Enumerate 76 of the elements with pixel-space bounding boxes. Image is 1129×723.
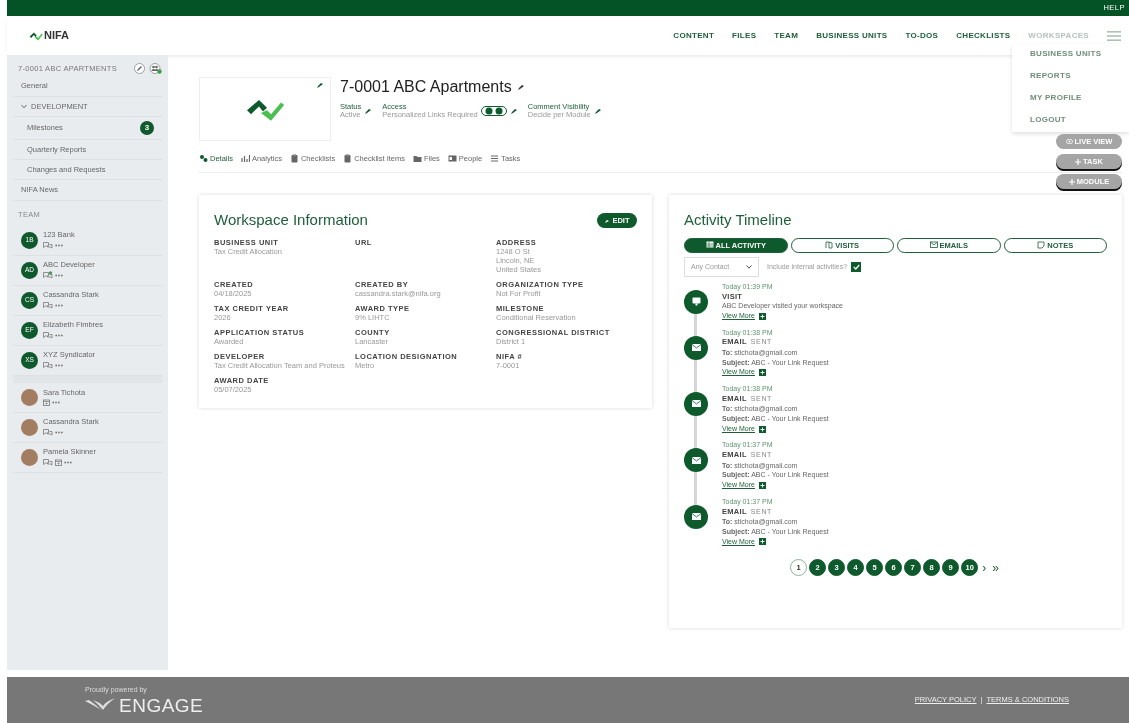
checkbox[interactable] <box>851 261 862 272</box>
envelope-icon <box>691 344 701 352</box>
avatar-photo-placeholder <box>21 388 38 406</box>
pencil-icon[interactable] <box>364 107 373 116</box>
brand-name: ENGAGE <box>119 695 204 715</box>
envelope-icon <box>691 513 701 521</box>
avatar-photo-placeholder <box>21 418 38 436</box>
check-icon <box>852 263 860 270</box>
menu-item[interactable]: REPORTS <box>1030 70 1129 82</box>
table-icon <box>705 241 714 250</box>
more-icon[interactable] <box>64 460 72 464</box>
chat-alert-icon[interactable] <box>43 271 53 280</box>
plus-square-icon[interactable] <box>758 312 766 320</box>
last-page-link[interactable]: » <box>990 561 1001 574</box>
menu-item[interactable]: LOGOUT <box>1030 114 1129 126</box>
more-icon[interactable] <box>55 303 63 307</box>
list-icon <box>490 154 500 164</box>
nav-link[interactable]: FILES <box>732 29 757 42</box>
chevron-down-icon <box>21 103 27 109</box>
door-icon <box>825 241 834 250</box>
more-icon[interactable] <box>55 363 63 367</box>
logo-text: NIFA <box>44 28 70 44</box>
chat-icon[interactable] <box>43 331 53 340</box>
card-icon <box>447 154 457 164</box>
calendar-icon[interactable] <box>55 458 62 466</box>
pencil-icon[interactable] <box>509 107 518 116</box>
more-icon[interactable] <box>55 243 63 247</box>
nav-link[interactable]: CHECKLISTS <box>956 29 1011 42</box>
plus-square-icon[interactable] <box>758 482 766 489</box>
chat-icon[interactable] <box>43 458 53 467</box>
menu-item[interactable]: BUSINESS UNITS <box>1030 48 1129 60</box>
pencil-icon[interactable] <box>316 81 324 89</box>
plus-icon <box>1075 158 1082 165</box>
chat-icon[interactable] <box>43 361 53 370</box>
envelope-icon <box>691 400 701 408</box>
count-badge: 3 <box>140 120 154 135</box>
folder-icon <box>413 154 422 164</box>
pencil-icon[interactable] <box>593 107 602 116</box>
monitor-icon <box>691 297 701 307</box>
eye-icon <box>1065 139 1073 144</box>
nav-link[interactable]: TO-DOS <box>905 29 939 42</box>
next-page-link[interactable]: › <box>980 561 989 574</box>
plus-icon <box>1068 178 1075 185</box>
plus-square-icon[interactable] <box>758 425 766 433</box>
more-icon[interactable] <box>55 333 63 337</box>
pencil-icon[interactable] <box>516 83 525 91</box>
calendar-icon[interactable] <box>43 398 50 406</box>
more-icon[interactable] <box>52 400 60 404</box>
chat-icon[interactable] <box>43 301 53 310</box>
more-icon[interactable] <box>55 430 63 434</box>
more-icon[interactable] <box>55 273 63 277</box>
clipboard-icon <box>343 154 353 164</box>
nav-link[interactable]: CONTENT <box>673 29 715 42</box>
chart-icon <box>240 154 250 164</box>
toggle-icon[interactable] <box>480 106 507 117</box>
gears-icon <box>199 154 208 164</box>
nav-link[interactable]: TEAM <box>774 29 799 42</box>
card-title: Activity Timeline <box>684 210 793 231</box>
nav-link[interactable]: BUSINESS UNITS <box>816 29 888 42</box>
plus-square-icon[interactable] <box>758 538 766 546</box>
avatar-photo-placeholder <box>21 448 38 466</box>
menu-item[interactable]: MY PROFILE <box>1030 92 1129 104</box>
logo-mark-icon <box>29 30 43 41</box>
plus-square-icon[interactable] <box>758 369 766 377</box>
card-title: Workspace Information <box>214 210 368 231</box>
clipboard-icon <box>289 154 299 164</box>
envelope-icon <box>691 456 701 464</box>
chat-icon[interactable] <box>43 241 53 250</box>
envelope-icon <box>929 241 938 250</box>
edit-icon[interactable] <box>134 63 145 75</box>
caret-icon <box>746 264 752 269</box>
note-icon <box>1037 241 1046 250</box>
chat-icon[interactable] <box>43 428 53 437</box>
people-add-icon[interactable] <box>149 63 162 75</box>
workspace-title: 7-0001 ABC Apartments <box>340 77 512 97</box>
pencil-icon <box>604 217 611 224</box>
